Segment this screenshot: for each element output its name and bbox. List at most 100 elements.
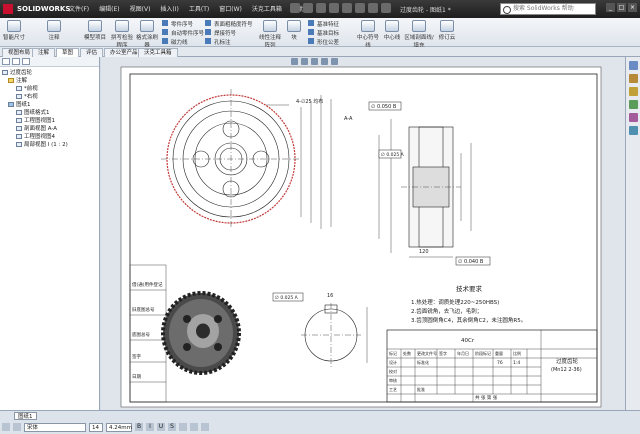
- model-items-button[interactable]: 模型项目: [84, 20, 106, 41]
- property-icon[interactable]: [12, 58, 20, 65]
- format-painter-button[interactable]: 格式涂刷器: [136, 20, 158, 49]
- dimension-icon: [7, 20, 21, 32]
- font-size-select[interactable]: 14: [89, 422, 103, 432]
- pan-icon[interactable]: [321, 58, 328, 65]
- display-style-icon[interactable]: [331, 58, 338, 65]
- surface-finish-button[interactable]: 表面粗糙度符号: [205, 20, 253, 28]
- sheet-tab-sheet1[interactable]: 图纸1: [14, 412, 37, 420]
- print-icon[interactable]: [329, 3, 339, 13]
- tab-sketch[interactable]: 草图: [56, 48, 80, 57]
- revision-cloud-button[interactable]: 修订云: [436, 20, 458, 41]
- plane-icon: [16, 94, 22, 99]
- block-button[interactable]: 块: [286, 20, 302, 41]
- magnetic-line-button[interactable]: 磁力线: [162, 38, 188, 46]
- appearances-icon[interactable]: [628, 113, 638, 122]
- select-icon[interactable]: [355, 3, 365, 13]
- datum-target-button[interactable]: 基准目标: [308, 29, 339, 37]
- note-button[interactable]: 注释: [44, 20, 64, 41]
- menu-walker-toolbox[interactable]: 沃克工具箱: [247, 4, 287, 13]
- align-right-icon[interactable]: [201, 423, 209, 431]
- maximize-icon[interactable]: □: [617, 3, 626, 12]
- font-select[interactable]: 宋体: [24, 422, 86, 432]
- geometric-tolerance-button[interactable]: 形位公差: [308, 38, 339, 46]
- hole-callout-button[interactable]: 孔标注: [205, 38, 231, 46]
- previous-view-icon[interactable]: [311, 58, 318, 65]
- tree-node-annotations[interactable]: 注解: [2, 77, 99, 85]
- tree-node-document[interactable]: 过度齿轮: [2, 69, 99, 77]
- tb-head-date: 年月日: [457, 350, 469, 356]
- custom-properties-icon[interactable]: [628, 126, 638, 135]
- new-icon[interactable]: [290, 3, 300, 13]
- layer-icon[interactable]: [13, 423, 21, 431]
- menu-view[interactable]: 视图(V): [125, 4, 156, 13]
- undo-icon[interactable]: [342, 3, 352, 13]
- strikethrough-icon[interactable]: S: [168, 423, 176, 431]
- tree-node-sheet1[interactable]: 图纸1: [2, 101, 99, 109]
- sheet-format-icon: [16, 110, 22, 115]
- tolerance-frame-top: ∅ 0.050 B: [368, 101, 402, 111]
- design-library-icon[interactable]: [628, 74, 638, 83]
- tree-node-sheet-format[interactable]: 图纸格式1: [2, 109, 99, 117]
- gear-isometric-image: [161, 291, 241, 375]
- help-search-input[interactable]: 搜索 SolidWorks 帮助: [500, 3, 596, 15]
- tb-role-check: 校对: [389, 368, 397, 374]
- font-height-input[interactable]: 4.24mm: [106, 422, 132, 432]
- drawing-canvas[interactable]: 4-∅25 均布 A-A ∅ 0.050 B ∅ 0.040 B 120 ∅ 0…: [101, 57, 625, 410]
- feature-manager-pane: 过度齿轮 注解 *前视 *右视 图纸1 图纸格式1 工程图视图1 剖面视图 A-…: [0, 57, 100, 410]
- zoom-fit-icon[interactable]: [291, 58, 298, 65]
- tree-node-section-view[interactable]: 剖面视图 A-A: [2, 125, 99, 133]
- tree-node-right-plane[interactable]: *右视: [2, 93, 99, 101]
- weld-symbol-button[interactable]: 焊接符号: [205, 29, 236, 37]
- minimize-icon[interactable]: _: [606, 3, 615, 12]
- datum-feature-button[interactable]: 基准特征: [308, 20, 339, 28]
- menu-insert[interactable]: 插入(I): [155, 4, 183, 13]
- zoom-area-icon[interactable]: [301, 58, 308, 65]
- center-mark-button[interactable]: 中心符号线: [356, 20, 380, 49]
- centerline-button[interactable]: 中心线: [382, 20, 402, 41]
- tab-annotation[interactable]: 注解: [32, 48, 56, 57]
- balloon-button[interactable]: 零件序号: [162, 20, 193, 28]
- tb-scale-value: 1:4: [513, 360, 520, 366]
- tree-node-drawing-view1[interactable]: 工程图视图1: [2, 117, 99, 125]
- align-left-icon[interactable]: [179, 423, 187, 431]
- menu-edit[interactable]: 编辑(E): [94, 4, 124, 13]
- tree-node-front-plane[interactable]: *前视: [2, 85, 99, 93]
- area-hatch-button[interactable]: 区域剖面线/填充: [404, 20, 434, 49]
- align-center-icon[interactable]: [190, 423, 198, 431]
- menu-file[interactable]: 文件(F): [64, 4, 94, 13]
- bold-icon[interactable]: B: [135, 423, 143, 431]
- rebuild-icon[interactable]: [368, 3, 378, 13]
- auto-balloon-button[interactable]: 自动零件序号: [162, 29, 204, 37]
- tab-evaluate[interactable]: 评估: [80, 48, 104, 57]
- open-icon[interactable]: [303, 3, 313, 13]
- svg-text:∅ 0.040 B: ∅ 0.040 B: [458, 259, 484, 265]
- width-dimension: 120: [419, 249, 429, 255]
- underline-icon[interactable]: U: [157, 423, 165, 431]
- detail-view-icon: [16, 142, 22, 147]
- config-icon[interactable]: [22, 58, 30, 65]
- smart-dimension-button[interactable]: 智能尺寸: [3, 20, 25, 41]
- resources-icon[interactable]: [628, 61, 638, 70]
- center-mark-icon: [361, 20, 375, 32]
- format-painter-icon: [140, 20, 154, 32]
- tab-view-layout[interactable]: 视图布局: [2, 48, 37, 57]
- menu-tools[interactable]: 工具(T): [184, 4, 214, 13]
- italic-icon[interactable]: I: [146, 423, 154, 431]
- note-icon: [47, 20, 61, 32]
- keyway-dimension: 16: [327, 293, 333, 299]
- save-icon[interactable]: [316, 3, 326, 13]
- linear-note-pattern-button[interactable]: 线性注释阵列: [258, 20, 282, 49]
- drawing-icon: [2, 70, 8, 75]
- feature-tree-icon[interactable]: [2, 58, 10, 65]
- title-block-code: (Mn12 2-36): [551, 367, 582, 373]
- tab-walker-toolbox[interactable]: 沃克工具箱: [138, 48, 178, 57]
- close-icon[interactable]: ×: [628, 3, 637, 12]
- menu-window[interactable]: 窗口(W): [214, 4, 247, 13]
- tree-node-drawing-view4[interactable]: 工程图视图4: [2, 133, 99, 141]
- tree-node-detail-view[interactable]: 局部视图 I (1 : 2): [2, 141, 99, 149]
- spell-check-button[interactable]: 拼写检验程序: [110, 20, 134, 49]
- file-explorer-icon[interactable]: [628, 87, 638, 96]
- view-palette-icon[interactable]: [628, 100, 638, 109]
- text-format-icon[interactable]: [2, 423, 10, 431]
- options-icon[interactable]: [381, 3, 391, 13]
